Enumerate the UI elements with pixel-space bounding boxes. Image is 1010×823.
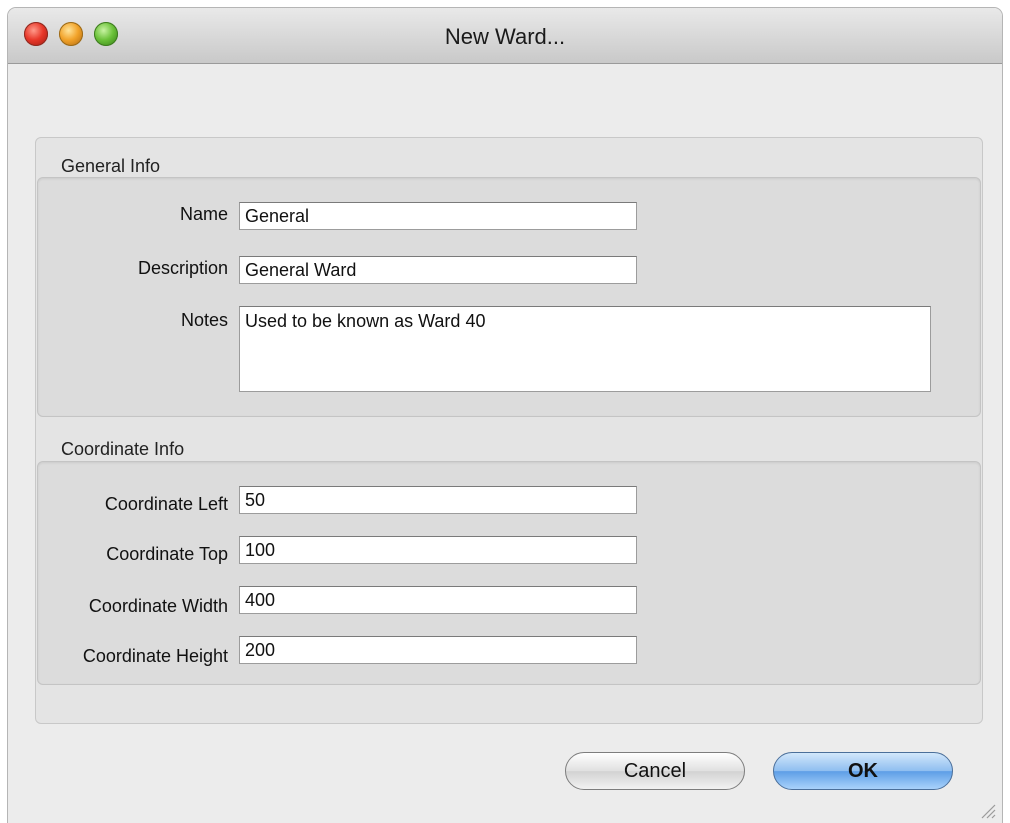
- coordinate-info-heading: Coordinate Info: [61, 439, 185, 459]
- title-bar[interactable]: New Ward...: [8, 8, 1002, 64]
- ok-button[interactable]: OK: [773, 752, 953, 790]
- description-label: Description: [137, 258, 228, 278]
- cancel-button[interactable]: Cancel: [565, 752, 745, 790]
- dialog-window: New Ward... General Info Name General De…: [8, 8, 1002, 823]
- general-info-heading: General Info: [61, 156, 161, 176]
- coordinate-left-field[interactable]: 50: [239, 486, 637, 514]
- coordinate-height-label: Coordinate Height: [82, 646, 228, 666]
- description-field[interactable]: General Ward: [239, 256, 637, 284]
- notes-label: Notes: [180, 310, 228, 330]
- coordinate-top-label: Coordinate Top: [106, 544, 228, 564]
- coordinate-left-label: Coordinate Left: [104, 494, 228, 514]
- coordinate-top-field[interactable]: 100: [239, 536, 637, 564]
- coordinate-width-label: Coordinate Width: [88, 596, 228, 616]
- coordinate-height-field[interactable]: 200: [239, 636, 637, 664]
- window-title: New Ward...: [444, 24, 566, 49]
- resize-grip-icon[interactable]: [980, 803, 996, 819]
- name-label: Name: [179, 204, 228, 224]
- notes-field[interactable]: Used to be known as Ward 40: [239, 306, 931, 392]
- coordinate-width-field[interactable]: 400: [239, 586, 637, 614]
- name-field[interactable]: General: [239, 202, 637, 230]
